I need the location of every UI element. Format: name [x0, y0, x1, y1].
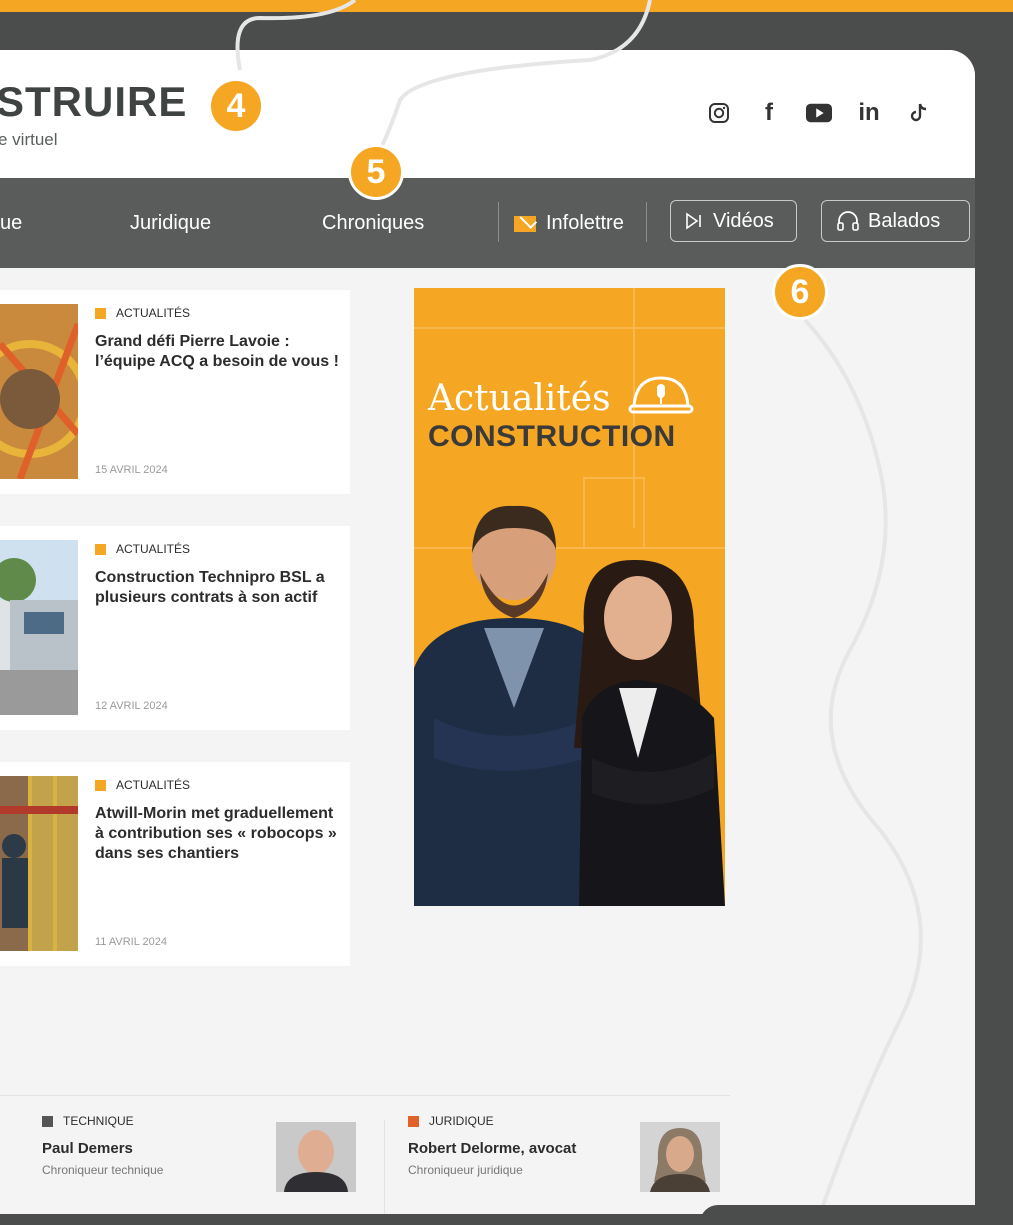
avatar: [640, 1122, 720, 1192]
top-accent-band: [0, 0, 1013, 12]
avatar: [276, 1122, 356, 1192]
category-tag: ACTUALITÉS: [95, 542, 190, 556]
columnist-card[interactable]: JURIDIQUE Robert Delorme, avocat Chroniq…: [408, 1114, 576, 1177]
hardhat-microphone-icon: [628, 376, 694, 414]
ad-title: CONSTRUCTION: [428, 420, 676, 453]
article-card[interactable]: ACTUALITÉS Grand défi Pierre Lavoie : l’…: [0, 290, 350, 494]
frame-bottom: [700, 1205, 1013, 1225]
article-date: 12 AVRIL 2024: [95, 700, 168, 712]
category-square-icon: [408, 1115, 419, 1127]
columnist-name: Robert Delorme, avocat: [408, 1140, 577, 1157]
nav-item-partial[interactable]: ue: [0, 212, 22, 235]
nav-item-infolettre[interactable]: Infolettre: [514, 212, 624, 235]
nav-item-infolettre-label: Infolettre: [546, 212, 624, 234]
columnist-card[interactable]: TECHNIQUE Paul Demers Chroniqueur techni…: [42, 1114, 163, 1177]
play-icon: [686, 212, 701, 230]
social-links: f in: [706, 99, 932, 126]
browser-screen: STRUIRE e virtuel f in ue Juridique Chro…: [0, 50, 975, 1214]
category-label: ACTUALITÉS: [116, 542, 191, 556]
headphones-icon: [837, 211, 859, 231]
instagram-icon[interactable]: [706, 100, 732, 126]
site-logo[interactable]: STRUIRE: [0, 78, 187, 126]
videos-label: Vidéos: [713, 209, 774, 232]
step-badge-6: 6: [772, 264, 828, 320]
envelope-icon: [514, 215, 536, 232]
article-date: 11 AVRIL 2024: [95, 936, 167, 948]
article-thumbnail: [0, 540, 78, 715]
category-square-icon: [95, 779, 106, 791]
youtube-icon[interactable]: [806, 100, 832, 126]
site-header: STRUIRE e virtuel f in: [0, 50, 975, 178]
article-title[interactable]: Grand défi Pierre Lavoie : l’équipe ACQ …: [95, 332, 340, 372]
columnist-divider: [384, 1120, 385, 1214]
article-title[interactable]: Construction Technipro BSL a plusieurs c…: [95, 568, 340, 608]
podcast-ad-banner[interactable]: Actualités CONSTRUCTION: [414, 288, 725, 906]
category-tag: ACTUALITÉS: [95, 306, 190, 320]
nav-divider: [498, 202, 499, 242]
site-tagline: e virtuel: [0, 130, 58, 149]
category-tag: JURIDIQUE: [408, 1114, 576, 1128]
ad-subtitle-text: Actualités: [428, 378, 611, 419]
article-thumbnail: [0, 304, 78, 479]
category-square-icon: [95, 307, 106, 319]
category-tag: ACTUALITÉS: [95, 778, 190, 792]
ad-subtitle: Actualités: [428, 374, 694, 419]
category-label: TECHNIQUE: [63, 1114, 134, 1128]
nav-divider: [646, 202, 647, 242]
balados-label: Balados: [868, 209, 941, 232]
videos-button[interactable]: Vidéos: [670, 200, 797, 242]
columnist-name: Paul Demers: [42, 1140, 133, 1157]
columnist-role: Chroniqueur juridique: [408, 1163, 523, 1177]
category-square-icon: [95, 543, 106, 555]
article-title[interactable]: Atwill-Morin met graduellement à contrib…: [95, 804, 340, 864]
step-badge-4: 4: [208, 78, 264, 134]
nav-item-juridique[interactable]: Juridique: [130, 212, 211, 235]
tiktok-icon[interactable]: [906, 100, 932, 126]
category-label: ACTUALITÉS: [116, 306, 191, 320]
nav-item-chroniques[interactable]: Chroniques: [322, 212, 424, 235]
linkedin-icon[interactable]: in: [856, 99, 882, 126]
article-thumbnail: [0, 776, 78, 951]
category-label: ACTUALITÉS: [116, 778, 191, 792]
article-date: 15 AVRIL 2024: [95, 464, 168, 476]
main-nav: ue Juridique Chroniques Infolettre Vidéo…: [0, 178, 975, 268]
article-card[interactable]: ACTUALITÉS Atwill-Morin met graduellemen…: [0, 762, 350, 966]
facebook-icon[interactable]: f: [756, 99, 782, 126]
step-badge-5: 5: [348, 144, 404, 200]
balados-button[interactable]: Balados: [821, 200, 970, 242]
category-tag: TECHNIQUE: [42, 1114, 163, 1128]
columnist-role: Chroniqueur technique: [42, 1163, 164, 1177]
section-divider: [0, 1095, 730, 1096]
category-square-icon: [42, 1115, 53, 1127]
category-label: JURIDIQUE: [429, 1114, 494, 1128]
article-card[interactable]: ACTUALITÉS Construction Technipro BSL a …: [0, 526, 350, 730]
